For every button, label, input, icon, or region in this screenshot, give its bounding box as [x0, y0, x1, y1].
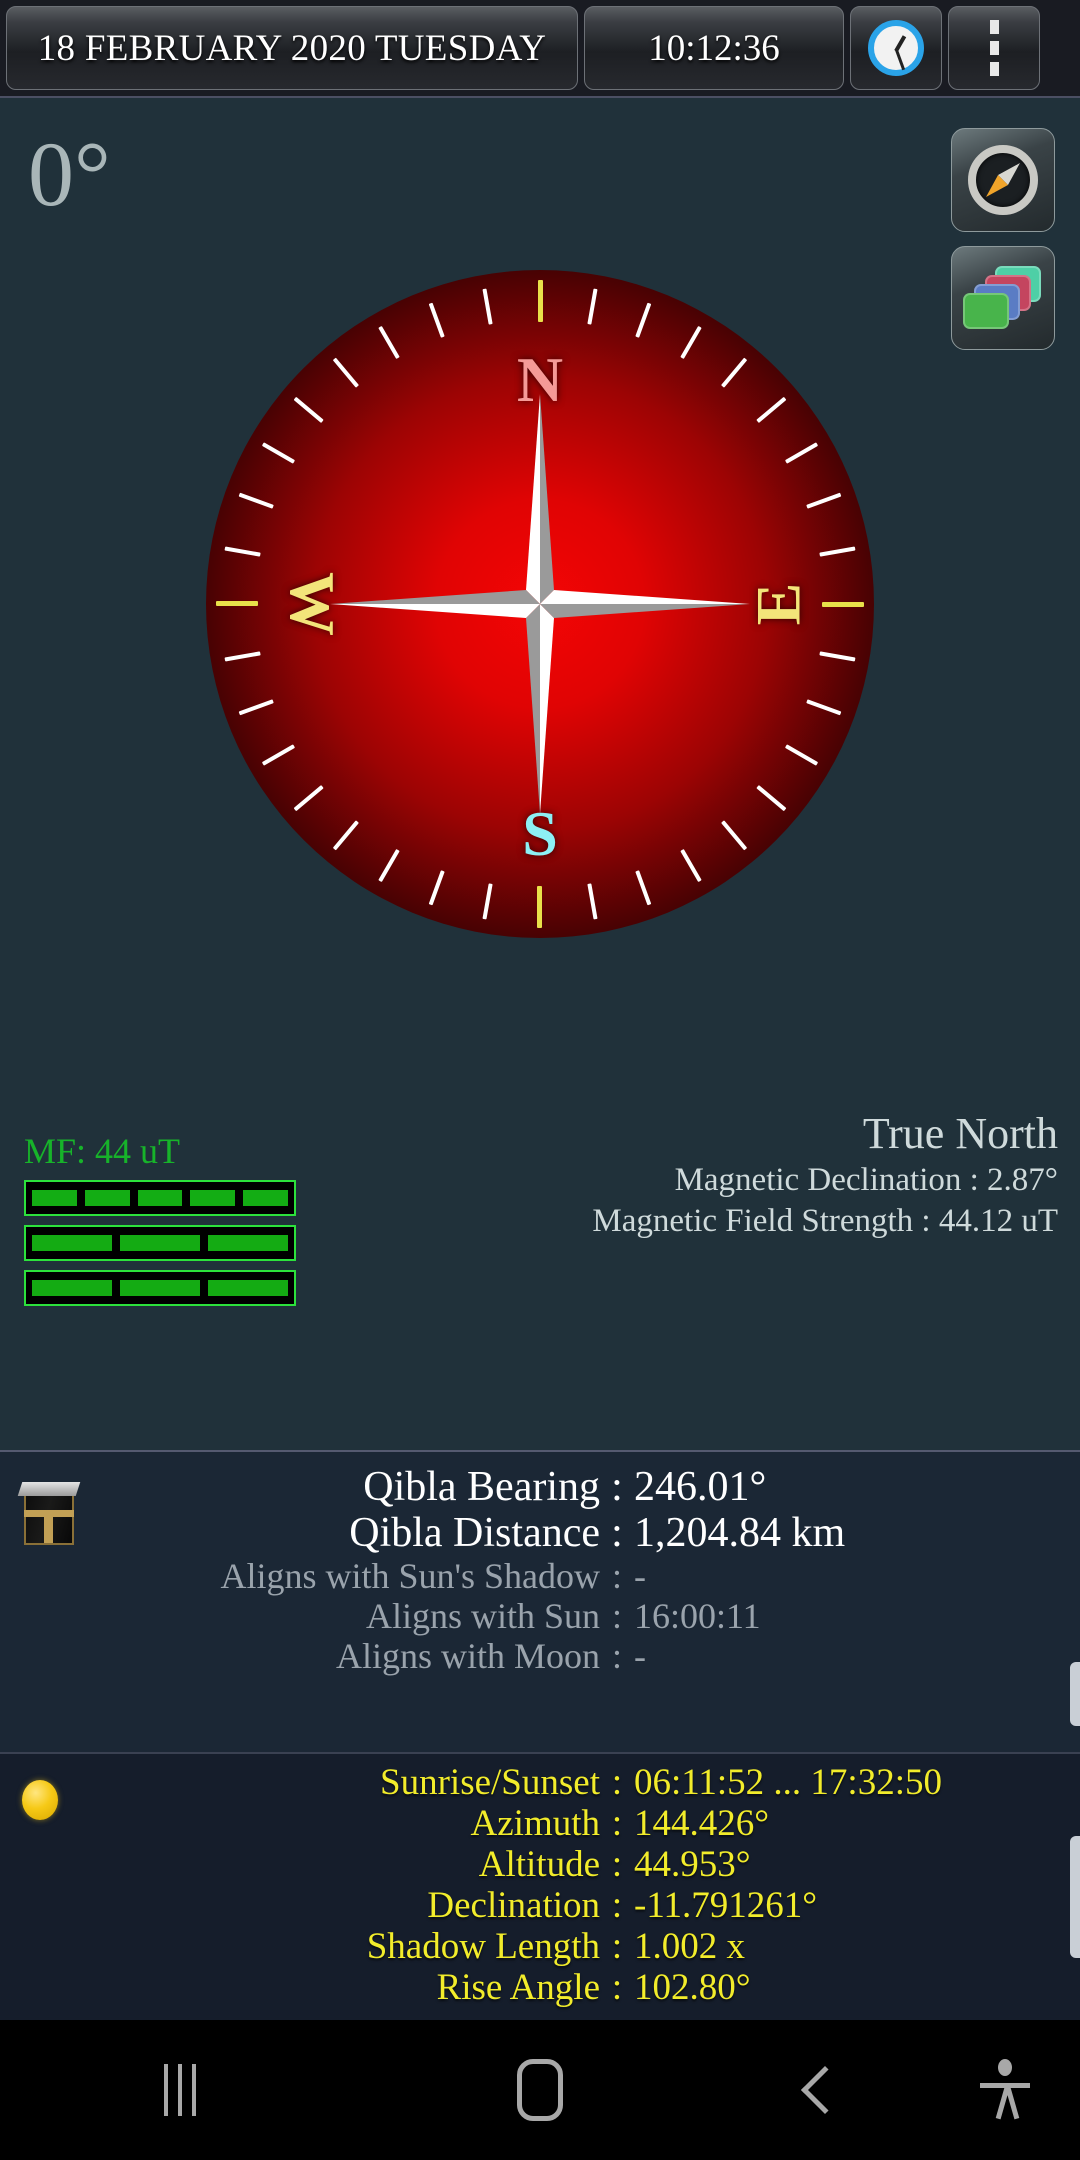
- true-north-info: True North Magnetic Declination : 2.87° …: [592, 1108, 1058, 1242]
- time-button[interactable]: 10:12:36: [584, 6, 844, 90]
- magnetic-field-label: MF: 44 uT: [24, 1131, 181, 1171]
- compass-area: 0° North N E S W: [0, 96, 1080, 1450]
- magnetic-declination-line: Magnetic Declination : 2.87°: [674, 1161, 1058, 1198]
- home-button[interactable]: [360, 2020, 720, 2160]
- clock-button[interactable]: [850, 6, 942, 90]
- scroll-indicator[interactable]: [1070, 1836, 1080, 1958]
- mf-bar-row: [24, 1270, 296, 1306]
- info-row-label: Shadow Length: [366, 1926, 600, 1967]
- back-icon: [800, 2065, 850, 2115]
- info-row: Azimuth:144.426°: [0, 1805, 1080, 1842]
- scroll-indicator[interactable]: [1070, 1662, 1080, 1726]
- compass-dial[interactable]: N E S W: [206, 270, 874, 938]
- info-row-value: -: [634, 1556, 646, 1596]
- qibla-rows: Qibla Bearing:246.01° Qibla Distance:1,20…: [0, 1466, 1080, 1678]
- info-row-label: Qibla Bearing: [363, 1464, 600, 1510]
- cardinal-east: E: [742, 582, 814, 626]
- info-row-separator: :: [611, 1596, 622, 1636]
- info-row-label: Aligns with Sun's Shadow: [220, 1556, 600, 1596]
- true-north-title: True North: [862, 1109, 1058, 1158]
- time-label: 10:12:36: [648, 27, 780, 69]
- info-row: Shadow Length:1.002 x: [0, 1928, 1080, 1965]
- info-row-value: 102.80°: [634, 1967, 751, 2008]
- info-row-separator: :: [611, 1885, 623, 1926]
- info-row-value: 1.002 x: [634, 1926, 745, 1967]
- overflow-menu-icon: [989, 20, 999, 76]
- info-row-separator: :: [611, 1556, 622, 1596]
- info-row-value: 1,204.84 km: [634, 1510, 846, 1556]
- mf-bar-row: [24, 1180, 296, 1216]
- info-row: Sunrise/Sunset:06:11:52 ... 17:32:50: [0, 1764, 1080, 1801]
- top-bar: 18 FEBRUARY 2020 TUESDAY 10:12:36: [0, 0, 1080, 96]
- info-row-label: Azimuth: [470, 1803, 600, 1844]
- info-row: Aligns with Sun:16:00:11: [0, 1598, 1080, 1634]
- info-row-value: 44.953°: [634, 1844, 751, 1885]
- date-label: 18 FEBRUARY 2020 TUESDAY: [37, 27, 547, 69]
- info-row-label: Rise Angle: [436, 1967, 600, 2008]
- info-row: Rise Angle:102.80°: [0, 1969, 1080, 2006]
- back-button[interactable]: [720, 2020, 930, 2160]
- compass-needle-icon: [968, 145, 1038, 215]
- heading-value: 0°: [28, 123, 111, 225]
- info-row-separator: :: [611, 1803, 623, 1844]
- recents-icon: [164, 2064, 196, 2116]
- info-row-label: Aligns with Sun: [365, 1596, 600, 1636]
- info-row-separator: :: [611, 1464, 623, 1510]
- clock-icon: [868, 20, 924, 76]
- accessibility-button[interactable]: [930, 2020, 1080, 2160]
- info-row-value: 144.426°: [634, 1803, 770, 1844]
- qibla-panel[interactable]: Qibla Bearing:246.01° Qibla Distance:1,20…: [0, 1450, 1080, 1752]
- info-row: Qibla Bearing:246.01°: [0, 1466, 1080, 1508]
- home-icon: [517, 2059, 563, 2121]
- info-row-separator: :: [611, 1636, 622, 1676]
- sun-rows: Sunrise/Sunset:06:11:52 ... 17:32:50 Azim…: [0, 1764, 1080, 2010]
- compass-rose-icon: [330, 394, 750, 814]
- info-row-label: Aligns with Moon: [335, 1636, 600, 1676]
- date-button[interactable]: 18 FEBRUARY 2020 TUESDAY: [6, 6, 578, 90]
- info-row-value: 246.01°: [634, 1464, 767, 1510]
- info-row-separator: :: [611, 1762, 623, 1803]
- magnetic-field-meter: MF: 44 uT: [24, 1130, 324, 1315]
- info-row: Aligns with Moon: -: [0, 1638, 1080, 1674]
- info-row: Aligns with Sun's Shadow: -: [0, 1558, 1080, 1594]
- info-row-value: -: [634, 1636, 646, 1676]
- info-row-value: -11.791261°: [634, 1885, 817, 1926]
- info-row-separator: :: [611, 1926, 623, 1967]
- info-row-label: Qibla Distance: [349, 1510, 600, 1556]
- info-row-separator: :: [611, 1844, 623, 1885]
- info-row-label: Altitude: [478, 1844, 600, 1885]
- info-row-label: Sunrise/Sunset: [380, 1762, 600, 1803]
- info-row: Declination: -11.791261°: [0, 1887, 1080, 1924]
- info-row-value: 06:11:52 ... 17:32:50: [634, 1762, 942, 1803]
- android-navigation-bar: [0, 2020, 1080, 2160]
- recents-button[interactable]: [0, 2020, 360, 2160]
- info-row-label: Declination: [427, 1885, 600, 1926]
- mf-bar-row: [24, 1225, 296, 1261]
- magnetic-field-strength-line: Magnetic Field Strength : 44.12 uT: [592, 1203, 1058, 1240]
- info-row-separator: :: [611, 1967, 623, 2008]
- accessibility-icon: [980, 2059, 1030, 2121]
- info-row-value: 16:00:11: [634, 1596, 761, 1636]
- info-row-separator: :: [611, 1510, 623, 1556]
- info-row: Altitude:44.953°: [0, 1846, 1080, 1883]
- sun-panel[interactable]: Sunrise/Sunset:06:11:52 ... 17:32:50 Azim…: [0, 1752, 1080, 2020]
- compass-mode-button[interactable]: [951, 128, 1055, 232]
- overflow-menu-button[interactable]: [948, 6, 1040, 90]
- info-row: Qibla Distance:1,204.84 km: [0, 1512, 1080, 1554]
